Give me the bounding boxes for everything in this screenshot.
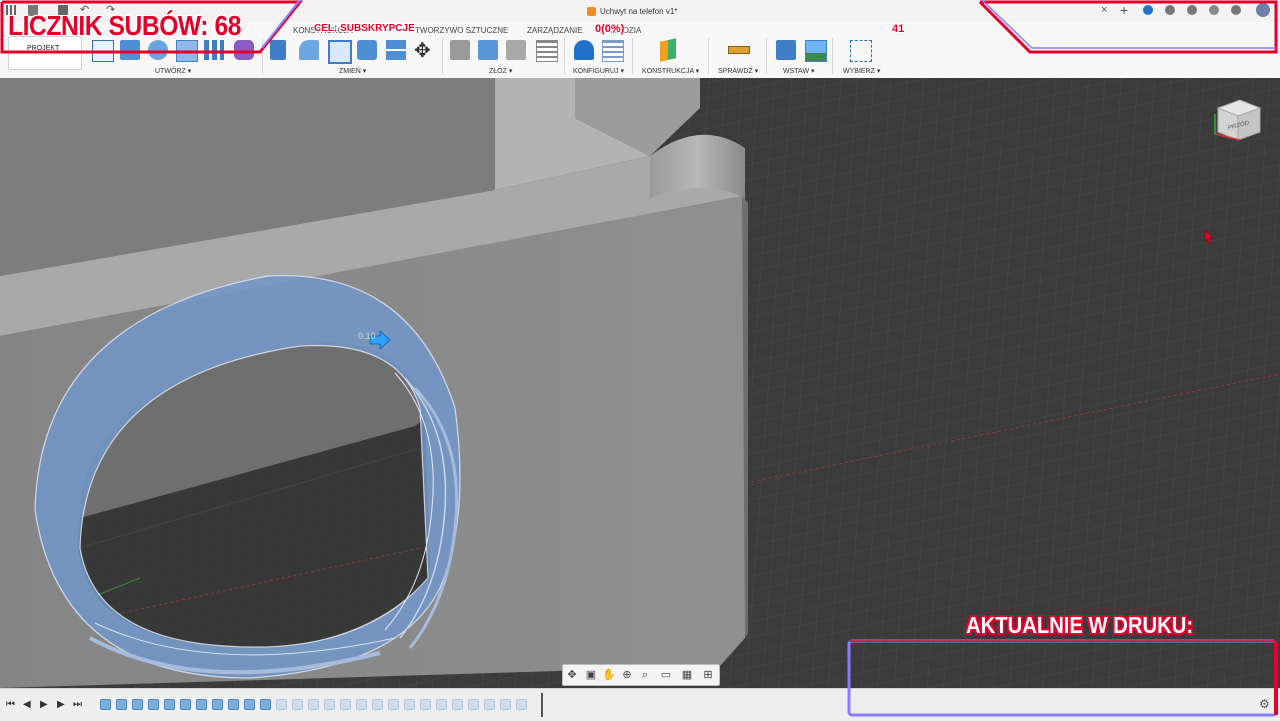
- printing-label: AKTUALNIE W DRUKU:: [966, 612, 1194, 638]
- goal-progress: 0(0%): [595, 23, 625, 35]
- sub-counter: LICZNIK SUBÓW: 68: [8, 10, 242, 41]
- goal-label: CEL: SUBSKRYPCJE: [314, 23, 415, 34]
- goal-target: 41: [892, 23, 905, 35]
